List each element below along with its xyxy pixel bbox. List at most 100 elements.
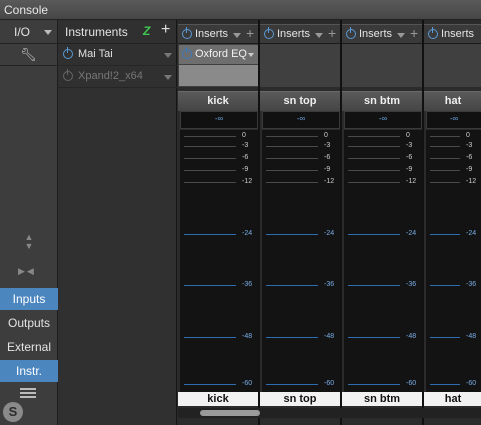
console-left-nav: I/O 🔧︎ ▲ ▼ ▶◀ Inputs Outputs External Ins… xyxy=(0,20,58,425)
meter-tick xyxy=(184,285,236,286)
meter-scale-label: -6 xyxy=(324,154,331,161)
level-meter[interactable]: 0 -3 -6 -9 -12 -24 -36 -48 -60 xyxy=(344,130,422,392)
wrench-icon[interactable]: 🔧︎ xyxy=(20,47,37,63)
meter-scale-label: -3 xyxy=(324,142,331,149)
meter-tick xyxy=(266,234,318,235)
window-titlebar: Console xyxy=(0,0,481,20)
chevron-down-icon[interactable] xyxy=(315,33,323,38)
instruments-header: Instruments Z + xyxy=(58,20,177,44)
insert-slots[interactable]: Oxford EQ xyxy=(178,44,258,87)
meter-tick xyxy=(266,182,318,183)
meter-tick xyxy=(348,170,400,171)
inserts-header[interactable]: Inserts xyxy=(424,24,481,44)
channel-strip: Inserts hat -∞ 0 -3 -6 -9 -12 -24 -36 -48 -60 hat xyxy=(424,20,481,425)
channel-bottom-name[interactable]: sn top xyxy=(260,392,340,406)
chevron-down-icon[interactable] xyxy=(233,33,241,38)
instrument-item[interactable]: Xpand!2_x64 xyxy=(58,66,177,88)
meter-scale-label: -36 xyxy=(466,281,477,288)
power-icon[interactable] xyxy=(182,27,192,39)
channel-strip: Inserts + Oxford EQ kick -∞ 0 -3 -6 -9 -12 -24 -36-… xyxy=(178,20,260,425)
level-meter[interactable]: 0 -3 -6 -9 -12 -24 -36 -48 -60 xyxy=(180,130,258,392)
collapse-vertical-icon[interactable]: ▲ ▼ xyxy=(22,233,36,251)
add-insert-icon[interactable]: + xyxy=(410,25,418,41)
io-label: I/O xyxy=(14,25,31,39)
horizontal-scrollbar[interactable] xyxy=(178,408,481,418)
plugin-name: Oxford EQ xyxy=(195,48,247,60)
chevron-down-icon[interactable] xyxy=(44,30,52,35)
power-icon[interactable] xyxy=(346,27,356,39)
channel-name[interactable]: hat xyxy=(424,91,481,111)
meter-tick xyxy=(184,146,236,147)
inserts-header[interactable]: Inserts + xyxy=(178,24,258,44)
collapse-horizontal-icon[interactable]: ▶◀ xyxy=(18,266,36,277)
power-icon[interactable] xyxy=(63,69,73,81)
scrollbar-thumb[interactable] xyxy=(200,410,260,416)
chevron-down-icon[interactable] xyxy=(248,53,254,57)
channel-bottom-name[interactable]: sn btm xyxy=(342,392,422,406)
add-instrument-icon[interactable]: + xyxy=(161,21,170,39)
meter-tick xyxy=(430,158,460,159)
channel-strip: Inserts + sn top -∞ 0 -3 -6 -9 -12 -24 -36 -48 -60 sn… xyxy=(260,20,342,425)
level-meter[interactable]: 0 -3 -6 -9 -12 -24 -36 -48 -60 xyxy=(426,130,481,392)
insert-slots[interactable] xyxy=(424,44,481,87)
meter-tick xyxy=(348,146,400,147)
instruments-panel: Instruments Z + Mai Tai Xpand!2_x64 xyxy=(58,20,177,425)
meter-scale-label: -36 xyxy=(324,281,335,288)
meter-tick xyxy=(430,182,460,183)
meter-scale-label: 0 xyxy=(406,132,410,139)
meter-tick xyxy=(184,136,236,137)
meter-scale-label: -3 xyxy=(406,142,413,149)
instrument-name: Xpand!2_x64 xyxy=(78,70,143,82)
channel-name[interactable]: kick xyxy=(178,91,258,111)
meter-tick xyxy=(348,234,400,235)
power-icon[interactable] xyxy=(182,47,192,59)
meter-tick xyxy=(348,182,400,183)
instrument-item[interactable]: Mai Tai xyxy=(58,44,177,66)
chevron-down-icon[interactable] xyxy=(164,75,172,80)
meter-scale-label: -48 xyxy=(406,333,417,340)
meter-tick xyxy=(184,170,236,171)
add-insert-icon[interactable]: + xyxy=(246,25,254,41)
level-meter[interactable]: 0 -3 -6 -9 -12 -24 -36 -48 -60 xyxy=(262,130,340,392)
inserts-header[interactable]: Inserts + xyxy=(260,24,340,44)
inserts-label: Inserts xyxy=(441,28,475,40)
studio-one-logo-icon: S xyxy=(3,402,23,422)
nav-button-inputs[interactable]: Inputs xyxy=(0,288,58,310)
channel-name[interactable]: sn top xyxy=(260,91,340,111)
insert-plugin-slot[interactable]: Oxford EQ xyxy=(179,45,258,64)
add-insert-icon[interactable]: + xyxy=(328,25,336,41)
meter-tick xyxy=(266,170,318,171)
nav-button-outputs[interactable]: Outputs xyxy=(0,312,58,334)
nav-button-instruments[interactable]: Instr. xyxy=(0,360,58,382)
instruments-title: Instruments xyxy=(65,25,128,39)
io-menu[interactable]: I/O xyxy=(0,20,58,44)
meter-tick xyxy=(266,285,318,286)
chevron-down-icon[interactable] xyxy=(164,53,172,58)
channel-name[interactable]: sn btm xyxy=(342,91,422,111)
meter-tick xyxy=(430,384,460,385)
sleep-z-icon[interactable]: Z xyxy=(143,24,150,38)
inserts-header[interactable]: Inserts + xyxy=(342,24,422,44)
meter-scale-label: -36 xyxy=(406,281,417,288)
insert-slots[interactable] xyxy=(260,44,340,87)
meter-tick xyxy=(430,285,460,286)
power-icon[interactable] xyxy=(428,27,438,39)
meter-tick xyxy=(184,384,236,385)
meter-tick xyxy=(348,285,400,286)
insert-slots[interactable] xyxy=(342,44,422,87)
meter-scale-label: -36 xyxy=(242,281,253,288)
nav-button-external[interactable]: External xyxy=(0,336,58,358)
meter-scale-label: 0 xyxy=(466,132,470,139)
empty-insert-slot[interactable] xyxy=(179,65,258,86)
inserts-label: Inserts xyxy=(359,28,393,40)
settings-row[interactable]: 🔧︎ xyxy=(0,44,58,66)
channel-bottom-name[interactable]: kick xyxy=(178,392,258,406)
power-icon[interactable] xyxy=(264,27,274,39)
chevron-down-icon[interactable] xyxy=(397,33,405,38)
menu-bars-icon[interactable] xyxy=(20,388,36,400)
channel-bottom-name[interactable]: hat xyxy=(424,392,481,406)
power-icon[interactable] xyxy=(63,47,73,59)
meter-tick xyxy=(430,234,460,235)
peak-readout: -∞ xyxy=(180,111,258,129)
meter-scale-label: -24 xyxy=(466,230,477,237)
